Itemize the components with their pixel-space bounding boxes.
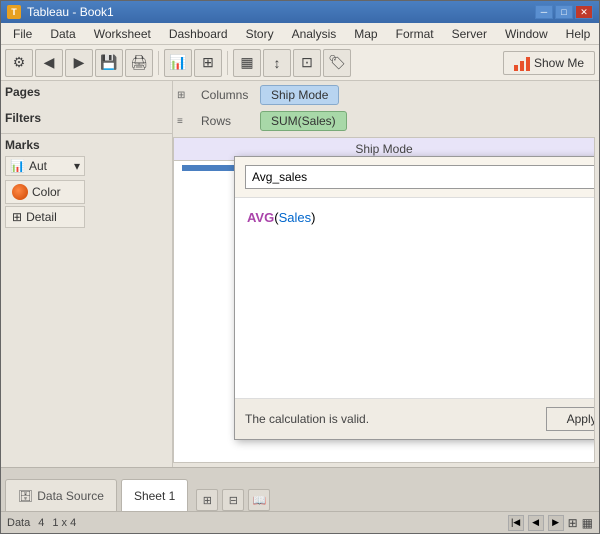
dialog-footer: The calculation is valid. Apply OK [235, 398, 595, 439]
formula-display: AVG(Sales) [247, 210, 595, 225]
bar-1 [514, 65, 518, 71]
color-button[interactable]: Color [5, 180, 85, 204]
back-button[interactable]: ◀ [35, 49, 63, 77]
color-icon [12, 184, 28, 200]
status-bar: Data 4 1 x 4 |◀ ◀ ▶ ⊞ ▦ [1, 511, 599, 533]
shelf-area: ⊞ Columns Ship Mode ≡ Rows SUM(Sales) [173, 81, 599, 137]
menu-data[interactable]: Data [42, 25, 83, 43]
validity-message: The calculation is valid. [245, 412, 369, 426]
menu-file[interactable]: File [5, 25, 40, 43]
tab-data-source[interactable]: 🗄 Data Source [5, 479, 117, 511]
title-bar-left: T Tableau - Book1 [7, 5, 114, 19]
bar-chart-icon: 📊 [10, 159, 25, 173]
forward-button[interactable]: ▶ [65, 49, 93, 77]
save-button[interactable]: 💾 [95, 49, 123, 77]
columns-icon: ⊞ [177, 90, 197, 101]
menu-map[interactable]: Map [346, 25, 385, 43]
list-view-icon[interactable]: ▦ [582, 516, 593, 530]
show-me-icon [514, 55, 530, 71]
columns-pill[interactable]: Ship Mode [260, 85, 339, 105]
canvas-wrapper: Ship Mode ▶ ✕ AVG(Sales) [173, 137, 595, 463]
title-bar: T Tableau - Book1 ─ □ ✕ [1, 1, 599, 23]
app-icon: T [7, 5, 21, 19]
formula-field: Sales [279, 210, 312, 225]
marks-label: Marks [5, 138, 168, 152]
detail-icon: ⊞ [12, 210, 22, 224]
table-button[interactable]: ⊞ [194, 49, 222, 77]
marks-buttons: Color ⊞ Detail [5, 180, 168, 228]
dialog-body[interactable]: AVG(Sales) [235, 198, 595, 398]
nav-next-button[interactable]: ▶ [548, 515, 564, 531]
tab-sheet-1[interactable]: Sheet 1 [121, 479, 188, 511]
marks-auto-dropdown[interactable]: 📊 Aut ▾ [5, 156, 85, 176]
menu-server[interactable]: Server [444, 25, 495, 43]
bottom-tabs: 🗄 Data Source Sheet 1 ⊞ ⊟ 📖 [1, 467, 599, 511]
bar-3 [526, 57, 530, 71]
detail-button[interactable]: ⊞ Detail [5, 206, 85, 228]
rows-icon: ≡ [177, 116, 197, 127]
rows-shelf-label: Rows [201, 114, 256, 128]
formula-keyword: AVG [247, 210, 274, 225]
toolbar-separator-1 [158, 51, 159, 75]
print-button[interactable]: 🖨 [125, 49, 153, 77]
pages-label: Pages [5, 85, 168, 99]
title-bar-controls: ─ □ ✕ [535, 5, 593, 19]
filters-label: Filters [5, 111, 168, 125]
pages-section: Pages [1, 81, 172, 107]
minimize-button[interactable]: ─ [535, 5, 553, 19]
nav-prev-button[interactable]: ◀ [528, 515, 544, 531]
new-dashboard-button[interactable]: ⊟ [222, 489, 244, 511]
label-button[interactable]: 🏷 [323, 49, 351, 77]
menu-story[interactable]: Story [238, 25, 282, 43]
menu-worksheet[interactable]: Worksheet [86, 25, 159, 43]
menu-bar: File Data Worksheet Dashboard Story Anal… [1, 23, 599, 45]
group-button[interactable]: ⊡ [293, 49, 321, 77]
menu-help[interactable]: Help [558, 25, 599, 43]
close-button[interactable]: ✕ [575, 5, 593, 19]
grid-view-icon[interactable]: ⊞ [568, 516, 578, 530]
window: T Tableau - Book1 ─ □ ✕ File Data Worksh… [0, 0, 600, 534]
menu-dashboard[interactable]: Dashboard [161, 25, 236, 43]
chart-button[interactable]: 📊 [164, 49, 192, 77]
columns-shelf: ⊞ Columns Ship Mode [177, 83, 595, 107]
toolbar: ⚙ ◀ ▶ 💾 🖨 📊 ⊞ ▦ ↕ ⊡ 🏷 Show Me [1, 45, 599, 81]
filters-section: Filters [1, 107, 172, 133]
bar-2 [520, 61, 524, 71]
window-title: Tableau - Book1 [27, 5, 114, 19]
menu-window[interactable]: Window [497, 25, 556, 43]
refresh-button[interactable]: ⚙ [5, 49, 33, 77]
tab-icons: ⊞ ⊟ 📖 [196, 489, 270, 511]
show-me-button[interactable]: Show Me [503, 51, 595, 75]
database-icon: 🗄 [18, 489, 33, 503]
status-row-count: 4 [38, 517, 44, 529]
sort-button[interactable]: ↕ [263, 49, 291, 77]
maximize-button[interactable]: □ [555, 5, 573, 19]
rows-shelf: ≡ Rows SUM(Sales) [177, 109, 595, 133]
status-name: Data [7, 517, 30, 529]
marks-section: Marks 📊 Aut ▾ Color ⊞ Detail [1, 133, 172, 232]
nav-first-button[interactable]: |◀ [508, 515, 524, 531]
columns-shelf-label: Columns [201, 88, 256, 102]
status-dimension: 1 x 4 [52, 517, 76, 529]
new-worksheet-button[interactable]: ⊞ [196, 489, 218, 511]
left-panel: Pages Filters Marks 📊 Aut ▾ Color [1, 81, 173, 467]
right-panel: ⊞ Columns Ship Mode ≡ Rows SUM(Sales) Sh… [173, 81, 599, 467]
rows-pill[interactable]: SUM(Sales) [260, 111, 347, 131]
chevron-down-icon: ▾ [74, 159, 80, 173]
apply-button[interactable]: Apply [546, 407, 595, 431]
status-right: |◀ ◀ ▶ ⊞ ▦ [508, 515, 593, 531]
filter-button[interactable]: ▦ [233, 49, 261, 77]
content-row: Pages Filters Marks 📊 Aut ▾ Color [1, 81, 599, 467]
status-left: Data 4 1 x 4 [7, 517, 76, 529]
new-story-button[interactable]: 📖 [248, 489, 270, 511]
menu-format[interactable]: Format [388, 25, 442, 43]
toolbar-separator-2 [227, 51, 228, 75]
dialog-header-row: ✕ [235, 157, 595, 198]
footer-buttons: Apply OK [546, 407, 595, 431]
menu-analysis[interactable]: Analysis [284, 25, 345, 43]
calculation-dialog: ✕ AVG(Sales) The calculation is valid. A… [234, 156, 595, 440]
calculation-name-input[interactable] [245, 165, 595, 189]
